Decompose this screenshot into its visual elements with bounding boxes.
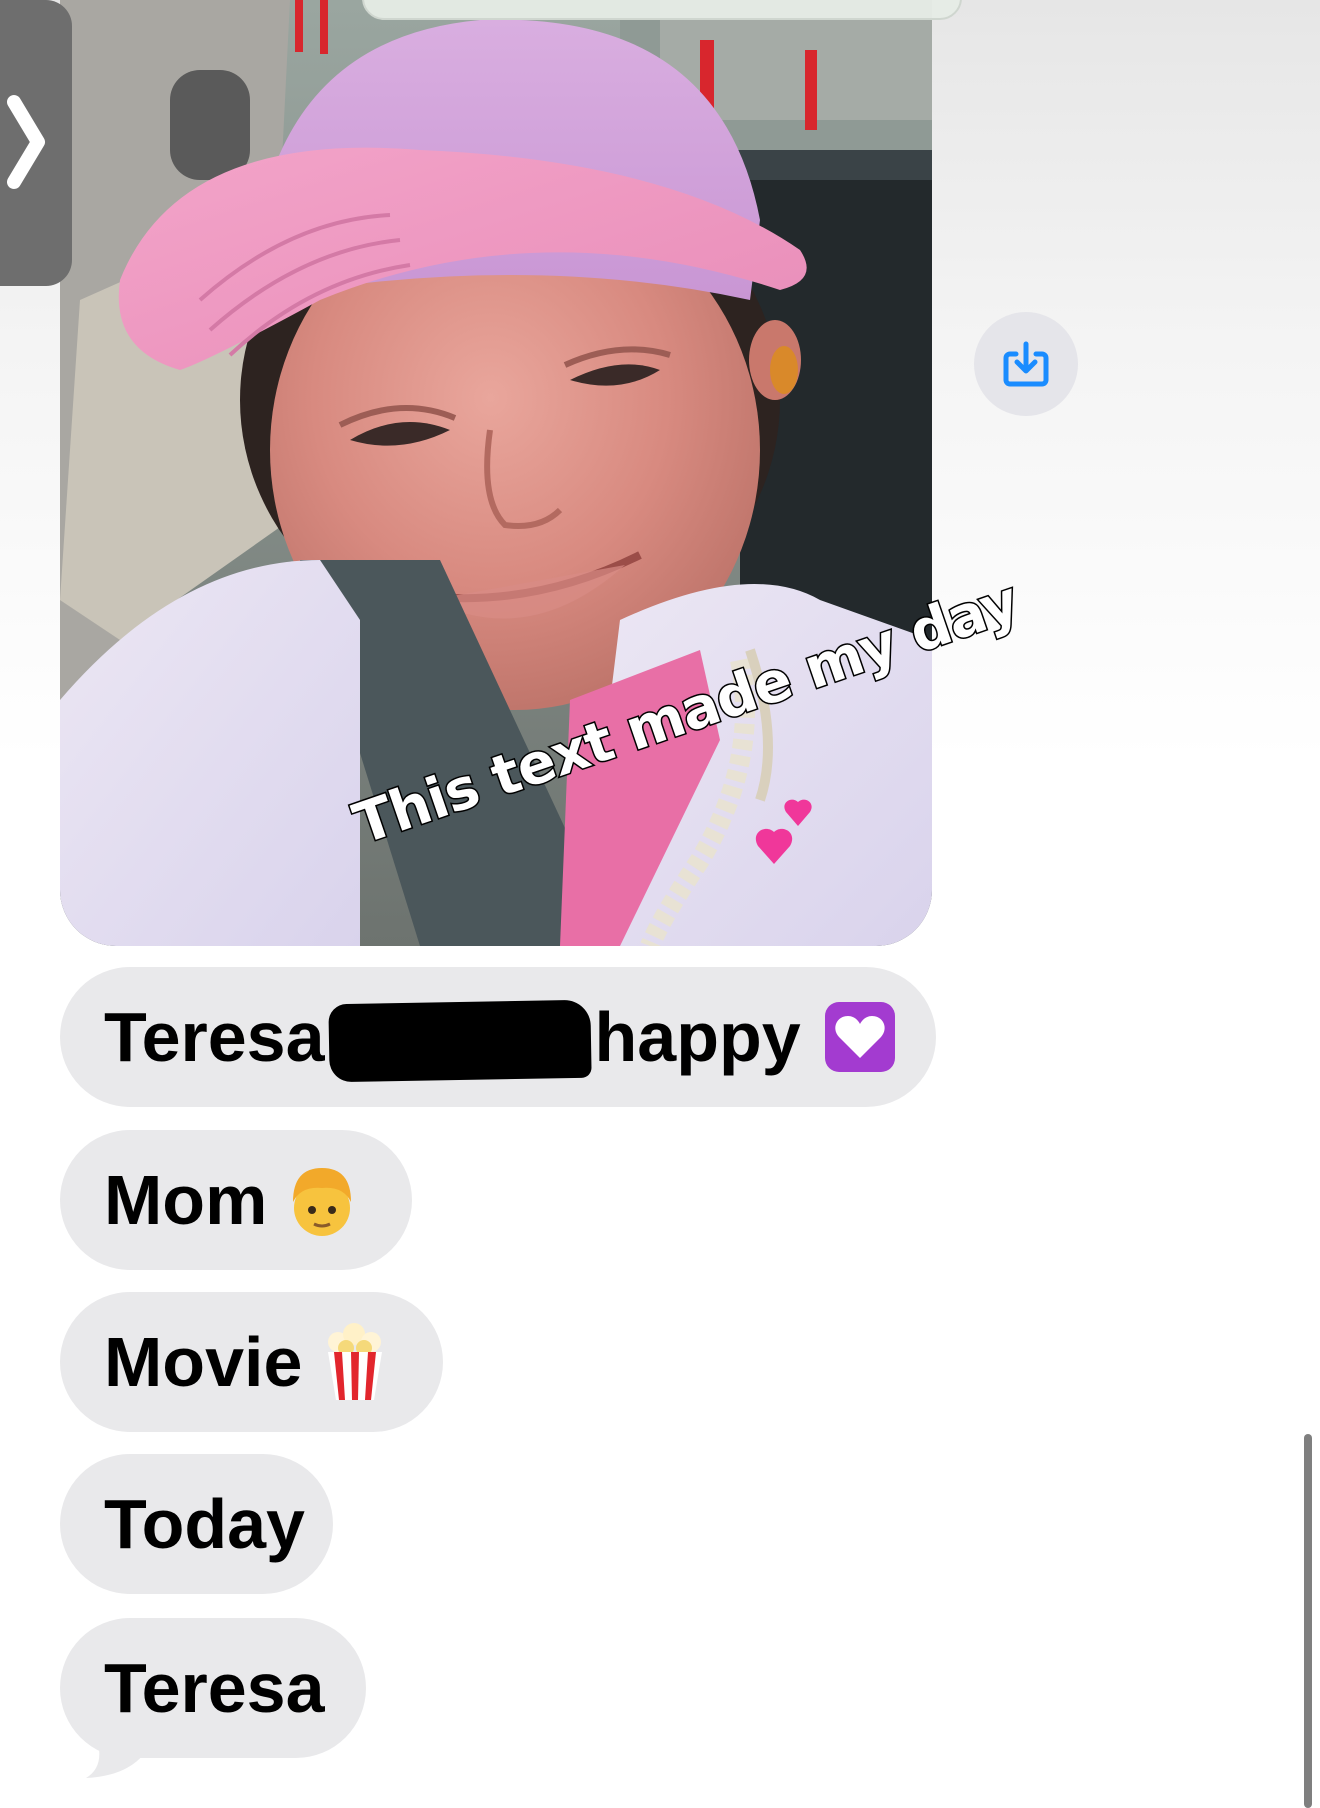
messages-screen: This text made my day Teresa happy Mom M… (0, 0, 1320, 1808)
top-banner (362, 0, 962, 20)
message-text: Teresa (104, 1649, 325, 1727)
purple-heart-icon (823, 1000, 897, 1074)
message-bubble[interactable]: Movie (60, 1292, 443, 1432)
message-text: Mom (104, 1161, 268, 1239)
message-text: Teresa (104, 998, 325, 1076)
message-bubble[interactable]: Mom (60, 1130, 412, 1270)
message-text: Today (104, 1485, 305, 1563)
popcorn-icon (324, 1322, 386, 1402)
download-icon (1003, 341, 1049, 387)
message-bubble[interactable]: Today (60, 1454, 333, 1594)
scroll-indicator[interactable] (1304, 1434, 1312, 1808)
message-text: happy (594, 998, 801, 1076)
redacted-name (327, 999, 592, 1083)
two-hearts-icon (755, 799, 812, 864)
sidebar-toggle[interactable] (0, 0, 72, 286)
message-text: Movie (104, 1323, 303, 1401)
bubble-tail (86, 1736, 144, 1778)
save-photo-button[interactable] (974, 312, 1078, 416)
chevron-right-icon (7, 95, 45, 189)
person-blond-icon (289, 1162, 355, 1238)
message-bubble[interactable]: Teresa happy (60, 967, 936, 1107)
